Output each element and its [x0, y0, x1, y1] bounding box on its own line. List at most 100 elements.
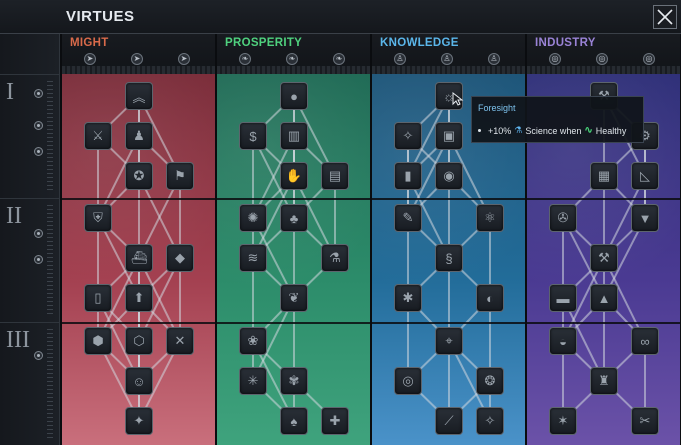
leaf-icon[interactable]: ❧ [239, 53, 251, 65]
tier-label: III [6, 327, 30, 353]
lotus-icon: ❀ [247, 333, 259, 348]
virtue-node[interactable]: ✚ [321, 407, 349, 435]
soldier-icon: ♟ [133, 128, 145, 143]
close-button[interactable] [653, 5, 677, 29]
virtue-node[interactable]: ✦ [125, 407, 153, 435]
virtue-node[interactable]: ▦ [590, 162, 618, 190]
virtue-node[interactable]: ▮ [394, 162, 422, 190]
virtue-node[interactable]: ▥ [280, 122, 308, 150]
leaf-icon[interactable]: ❧ [333, 53, 345, 65]
virtue-node[interactable]: ▯ [84, 284, 112, 312]
virtue-node[interactable]: ▼ [631, 204, 659, 232]
virtue-node[interactable]: ✇ [549, 204, 577, 232]
arrow-icon[interactable]: ➤ [131, 53, 143, 65]
eye-icon: ◎ [402, 373, 414, 388]
virtue-node[interactable]: ◉ [435, 162, 463, 190]
hexagon-icon: ⬡ [133, 333, 145, 348]
virtue-tooltip: Foresight +10% ⚗ Science when ∿ Healthy [471, 96, 644, 143]
virtue-node[interactable]: ⬡ [125, 327, 153, 355]
virtue-node[interactable]: ∞ [631, 327, 659, 355]
virtue-node[interactable]: ▤ [321, 162, 349, 190]
virtue-node[interactable]: ✺ [239, 204, 267, 232]
leaf-icon[interactable]: ❧ [286, 53, 298, 65]
tier-progress-dot [34, 121, 43, 130]
tier-separator [217, 322, 370, 324]
mine-icon: ✶ [557, 413, 569, 428]
person-icon[interactable]: ♙ [488, 53, 500, 65]
virtue-node[interactable]: ◐ [476, 284, 504, 312]
eye-icon[interactable]: ◎ [596, 53, 608, 65]
virtue-node[interactable]: ⚒ [590, 244, 618, 272]
virtue-node[interactable]: ≋ [239, 244, 267, 272]
virtue-node[interactable]: ♣ [280, 204, 308, 232]
virtue-node[interactable]: ▣ [435, 122, 463, 150]
virtue-node[interactable]: ⟋ [435, 407, 463, 435]
column-header: INDUSTRY ◎ ◎ ◎ [527, 34, 680, 74]
tank-icon: ⬢ [92, 333, 104, 348]
virus-icon: ✺ [247, 210, 259, 225]
tools-icon: ✂ [639, 413, 651, 428]
virtue-node[interactable]: ⛴ [125, 244, 153, 272]
virtue-node[interactable]: ✋ [280, 162, 308, 190]
virtue-node[interactable]: ✎ [394, 204, 422, 232]
virtue-node[interactable]: ✂ [631, 407, 659, 435]
virtue-node[interactable]: ✕ [166, 327, 194, 355]
virtue-node[interactable]: ☺ [125, 367, 153, 395]
virtue-node[interactable]: ⚑ [166, 162, 194, 190]
virtue-node[interactable]: § [435, 244, 463, 272]
virtue-node[interactable]: ✧ [394, 122, 422, 150]
eye-icon[interactable]: ◎ [549, 53, 561, 65]
virtue-node[interactable]: ︽ [125, 82, 153, 110]
helmet-icon: ◒ [559, 333, 567, 349]
virtue-node[interactable]: ✾ [280, 367, 308, 395]
virtue-node[interactable]: ❦ [280, 284, 308, 312]
star-burst-icon: ✳ [247, 373, 259, 388]
virtue-node[interactable]: ❀ [239, 327, 267, 355]
virtue-node[interactable]: ♜ [590, 367, 618, 395]
virtue-node[interactable]: ◆ [166, 244, 194, 272]
dna-icon: § [445, 250, 453, 266]
stack-icon: ≋ [247, 250, 259, 265]
person-icon[interactable]: ♙ [394, 53, 406, 65]
pyramid-icon: ▲ [597, 290, 611, 306]
virtue-node[interactable]: ⛨ [84, 204, 112, 232]
virtue-node[interactable]: ♠ [280, 407, 308, 435]
tier-separator [372, 198, 525, 200]
virtue-node[interactable]: ✪ [125, 162, 153, 190]
column-title: PROSPERITY [225, 37, 303, 49]
virtue-node[interactable]: ✳ [239, 367, 267, 395]
virtue-node[interactable]: $ [239, 122, 267, 150]
column-title: KNOWLEDGE [380, 37, 459, 49]
book-icon: ▤ [328, 168, 342, 183]
eye-icon[interactable]: ◎ [643, 53, 655, 65]
virtue-node[interactable]: ⚛ [476, 204, 504, 232]
arrow-icon[interactable]: ➤ [178, 53, 190, 65]
virtue-node[interactable]: ⚗ [321, 244, 349, 272]
tier-ticks [47, 205, 53, 315]
close-icon [657, 9, 673, 25]
tube-icon: ▮ [404, 168, 412, 183]
virtue-node[interactable]: ✱ [394, 284, 422, 312]
virtue-node[interactable]: ♟ [125, 122, 153, 150]
virtue-node[interactable]: ● [280, 82, 308, 110]
flag-icon: ⚑ [174, 168, 186, 183]
tier-block-1: I [0, 74, 60, 198]
person-icon[interactable]: ♙ [441, 53, 453, 65]
virtue-node[interactable]: ▬ [549, 284, 577, 312]
virtue-node[interactable]: ▲ [590, 284, 618, 312]
virtue-node[interactable]: ✧ [476, 407, 504, 435]
arrow-icon[interactable]: ➤ [84, 53, 96, 65]
virtue-node[interactable]: ◺ [631, 162, 659, 190]
virtue-node[interactable]: ✶ [549, 407, 577, 435]
virtue-node[interactable]: ⬆ [125, 284, 153, 312]
drill-icon: ▼ [638, 210, 652, 226]
set-square-icon: ◺ [640, 168, 650, 183]
virtue-node[interactable]: ◎ [394, 367, 422, 395]
virtue-node[interactable]: ⚔ [84, 122, 112, 150]
virtue-node[interactable]: ◒ [549, 327, 577, 355]
virtue-node[interactable]: ⌖ [435, 327, 463, 355]
virtue-node[interactable]: ⬢ [84, 327, 112, 355]
microscope-icon: ⌖ [445, 333, 453, 348]
flask-icon: ⚗ [329, 250, 341, 265]
virtue-node[interactable]: ❂ [476, 367, 504, 395]
